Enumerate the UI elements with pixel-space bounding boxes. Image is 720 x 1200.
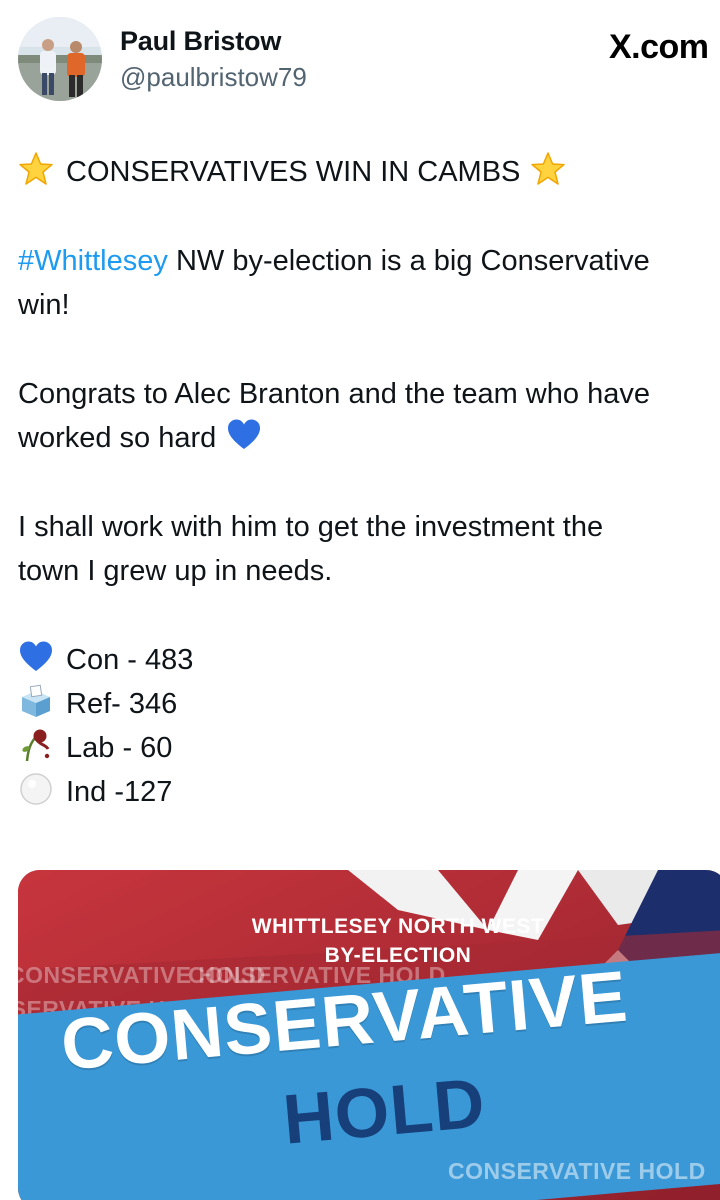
tweet-paragraph-line: town I grew up in needs. [18, 555, 333, 587]
ticker-text: CONSERVATIVE HOLD [448, 1158, 706, 1184]
tweet-paragraph-text: worked so hard [18, 422, 217, 454]
attached-image[interactable]: WHITTLESEY NORTH WEST BY-ELECTION CONSER… [18, 870, 720, 1200]
result-text: Ind -127 [66, 776, 173, 808]
tweet-text: CONSERVATIVES WIN IN CAMBS #Whittlesey N… [18, 150, 720, 814]
star-icon [530, 151, 566, 187]
tweet-screenshot: Paul Bristow @paulbristow79 X.com CONSER… [0, 0, 720, 1200]
tweet-paragraph-line: #Whittlesey NW by-election is a big Cons… [18, 239, 720, 283]
hashtag-link[interactable]: #Whittlesey [18, 245, 168, 277]
blue-heart-icon [226, 417, 262, 453]
wilted-rose-icon [18, 727, 54, 763]
result-item: Ind -127 [18, 770, 720, 814]
blue-heart-icon [18, 639, 54, 675]
tweet-header: Paul Bristow @paulbristow79 X.com [0, 0, 720, 130]
result-text: Lab - 60 [66, 732, 173, 764]
tweet-paragraph-line: worked so hard [18, 416, 720, 460]
result-text: Ref- 346 [66, 688, 178, 720]
display-name[interactable]: Paul Bristow [120, 26, 281, 57]
user-handle[interactable]: @paulbristow79 [120, 62, 307, 93]
tweet-title-line: CONSERVATIVES WIN IN CAMBS [18, 150, 720, 194]
tweet-paragraph-line: win! [18, 289, 70, 321]
tweet-paragraph-text: NW by-election is a big Conservative [167, 245, 650, 277]
white-circle-icon [18, 771, 54, 807]
tweet-paragraph-line: I shall work with him to get the investm… [18, 511, 604, 543]
result-item: Ref- 346 [18, 682, 720, 726]
image-subtitle-line1: WHITTLESEY NORTH WEST [251, 915, 545, 938]
result-text: Con - 483 [66, 644, 194, 676]
star-icon [18, 151, 54, 187]
tweet-paragraph-line: Congrats to Alec Branton and the team wh… [18, 378, 650, 410]
x-logo: X.com [609, 28, 709, 66]
result-item: Con - 483 [18, 638, 720, 682]
result-item: Lab - 60 [18, 726, 720, 770]
avatar[interactable] [18, 17, 102, 101]
ballot-box-icon [18, 683, 54, 719]
tweet-title: CONSERVATIVES WIN IN CAMBS [66, 156, 521, 188]
